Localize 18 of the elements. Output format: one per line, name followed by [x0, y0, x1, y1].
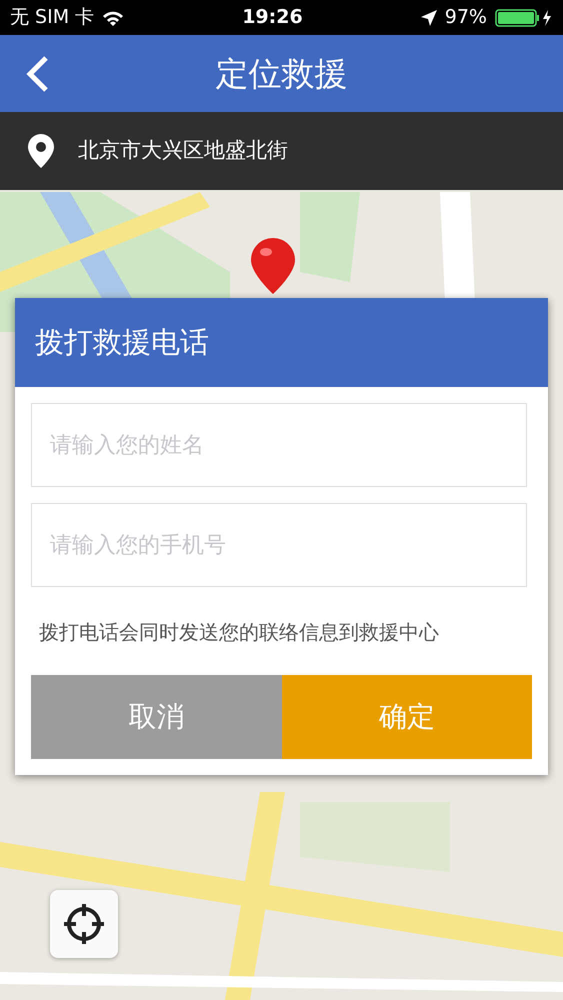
dialog-title: 拨打救援电话 — [35, 324, 209, 361]
cancel-button[interactable]: 取消 — [31, 675, 282, 759]
location-pin-icon — [28, 134, 54, 168]
info-text: 拨打电话会同时发送您的联络信息到救援中心 — [39, 620, 439, 644]
carrier-label: 无 SIM 卡 — [10, 5, 94, 30]
battery-icon — [494, 8, 553, 26]
text-input-field[interactable]: 请输入您的手机号 — [31, 503, 527, 587]
map-marker-icon — [250, 238, 296, 294]
clock-time: 19:26 — [242, 5, 303, 30]
locate-button[interactable] — [50, 890, 118, 958]
page-title: 定位救援 — [216, 54, 348, 94]
text-input-field[interactable]: 请输入您的姓名 — [31, 403, 527, 487]
location-arrow-icon — [420, 10, 437, 26]
address-text: 北京市大兴区地盛北街 — [78, 137, 288, 164]
battery-percent: 97% — [444, 5, 487, 30]
back-button[interactable] — [24, 54, 50, 92]
wifi-icon — [102, 10, 124, 26]
confirm-button[interactable]: 确定 — [282, 675, 532, 759]
